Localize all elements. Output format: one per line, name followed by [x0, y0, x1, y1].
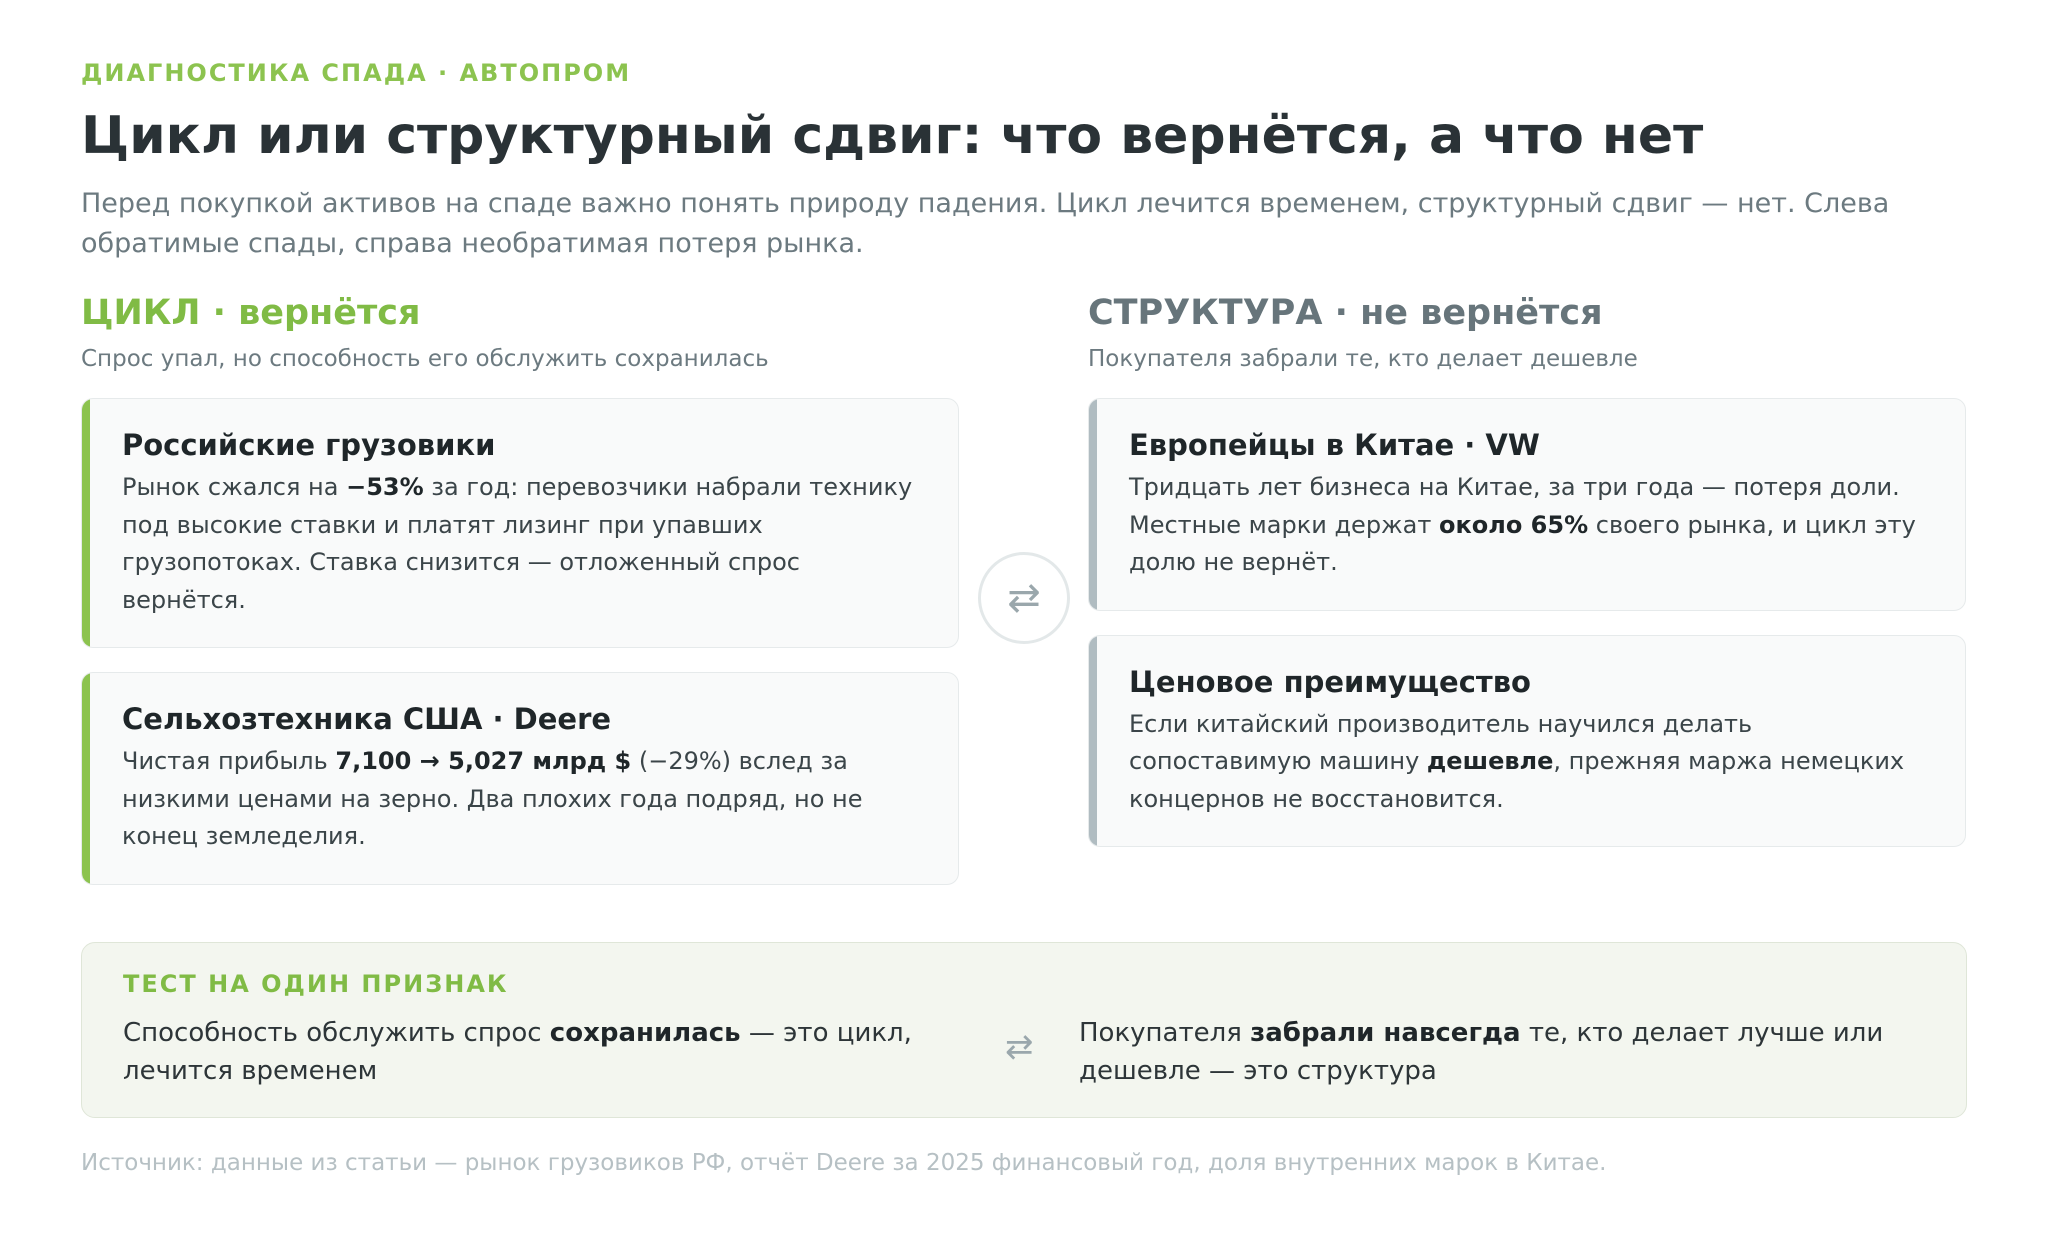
test-text: Способность обслужить спрос: [123, 1018, 550, 1048]
card-text: Рынок сжался на: [122, 473, 347, 501]
eyebrow: ДИАГНОСТИКА СПАДА · АВТОПРОМ: [81, 59, 632, 87]
test-text: Покупателя: [1079, 1018, 1251, 1048]
cycle-column: ЦИКЛ · вернётся Спрос упал, но способнос…: [81, 288, 959, 885]
card-body: Рынок сжался на −53% за год: перевозчики…: [122, 469, 928, 619]
card-title: Российские грузовики: [122, 428, 496, 462]
cycle-subtitle: Спрос упал, но способность его обслужить…: [81, 346, 769, 372]
test-cycle-text: Способность обслужить спрос сохранилась …: [123, 1015, 943, 1090]
card-highlight: около 65%: [1438, 510, 1589, 539]
structure-title: СТРУКТУРА · не вернётся: [1088, 293, 1603, 333]
test-row: Способность обслужить спрос сохранилась …: [123, 1015, 1926, 1095]
card-title: Европейцы в Китае · VW: [1129, 428, 1540, 462]
card-highlight: дешевле: [1426, 747, 1554, 775]
card-price-advantage: Ценовое преимущество Если китайский прои…: [1088, 634, 1966, 847]
test-highlight: забрали навсегда: [1250, 1018, 1521, 1048]
test-label: ТЕСТ НА ОДИН ПРИЗНАК: [123, 970, 509, 998]
card-title: Сельхозтехника США · Deere: [122, 702, 612, 736]
structure-cards: Европейцы в Китае · VW Тридцать лет бизн…: [1088, 398, 1966, 847]
test-box: ТЕСТ НА ОДИН ПРИЗНАК Способность обслужи…: [81, 942, 1967, 1118]
card-highlight: −53%: [346, 473, 424, 501]
card-body: Если китайский производитель научился де…: [1129, 706, 1935, 819]
card-deere: Сельхозтехника США · Deere Чистая прибыл…: [81, 672, 959, 885]
structure-subtitle: Покупателя забрали те, кто делает дешевл…: [1088, 346, 1638, 372]
page-title: Цикл или структурный сдвиг: что вернётся…: [81, 106, 1704, 166]
test-highlight: сохранилась: [549, 1018, 741, 1048]
cycle-cards: Российские грузовики Рынок сжался на −53…: [81, 398, 959, 885]
structure-column: СТРУКТУРА · не вернётся Покупателя забра…: [1088, 288, 1966, 847]
card-body: Чистая прибыль 7,100 → 5,027 млрд $ (−29…: [122, 743, 928, 856]
card-body: Тридцать лет бизнеса на Китае, за три го…: [1129, 469, 1935, 582]
test-structure-text: Покупателя забрали навсегда те, кто дела…: [1079, 1015, 1909, 1090]
source-note: Источник: данные из статьи — рынок грузо…: [81, 1150, 1607, 1176]
lead-text: Перед покупкой активов на спаде важно по…: [81, 188, 1890, 259]
swap-arrows-icon: ⇄: [1005, 1027, 1034, 1067]
comparison-columns: ЦИКЛ · вернётся Спрос упал, но способнос…: [81, 288, 1967, 888]
card-russian-trucks: Российские грузовики Рынок сжался на −53…: [81, 398, 959, 648]
card-title: Ценовое преимущество: [1129, 664, 1531, 699]
card-vw-china: Европейцы в Китае · VW Тридцать лет бизн…: [1088, 398, 1966, 611]
card-highlight: 7,100 → 5,027 млрд $: [335, 747, 632, 775]
card-text: Чистая прибыль: [122, 747, 336, 775]
swap-arrows-icon: ⇄: [978, 552, 1070, 644]
cycle-title: ЦИКЛ · вернётся: [81, 293, 421, 333]
